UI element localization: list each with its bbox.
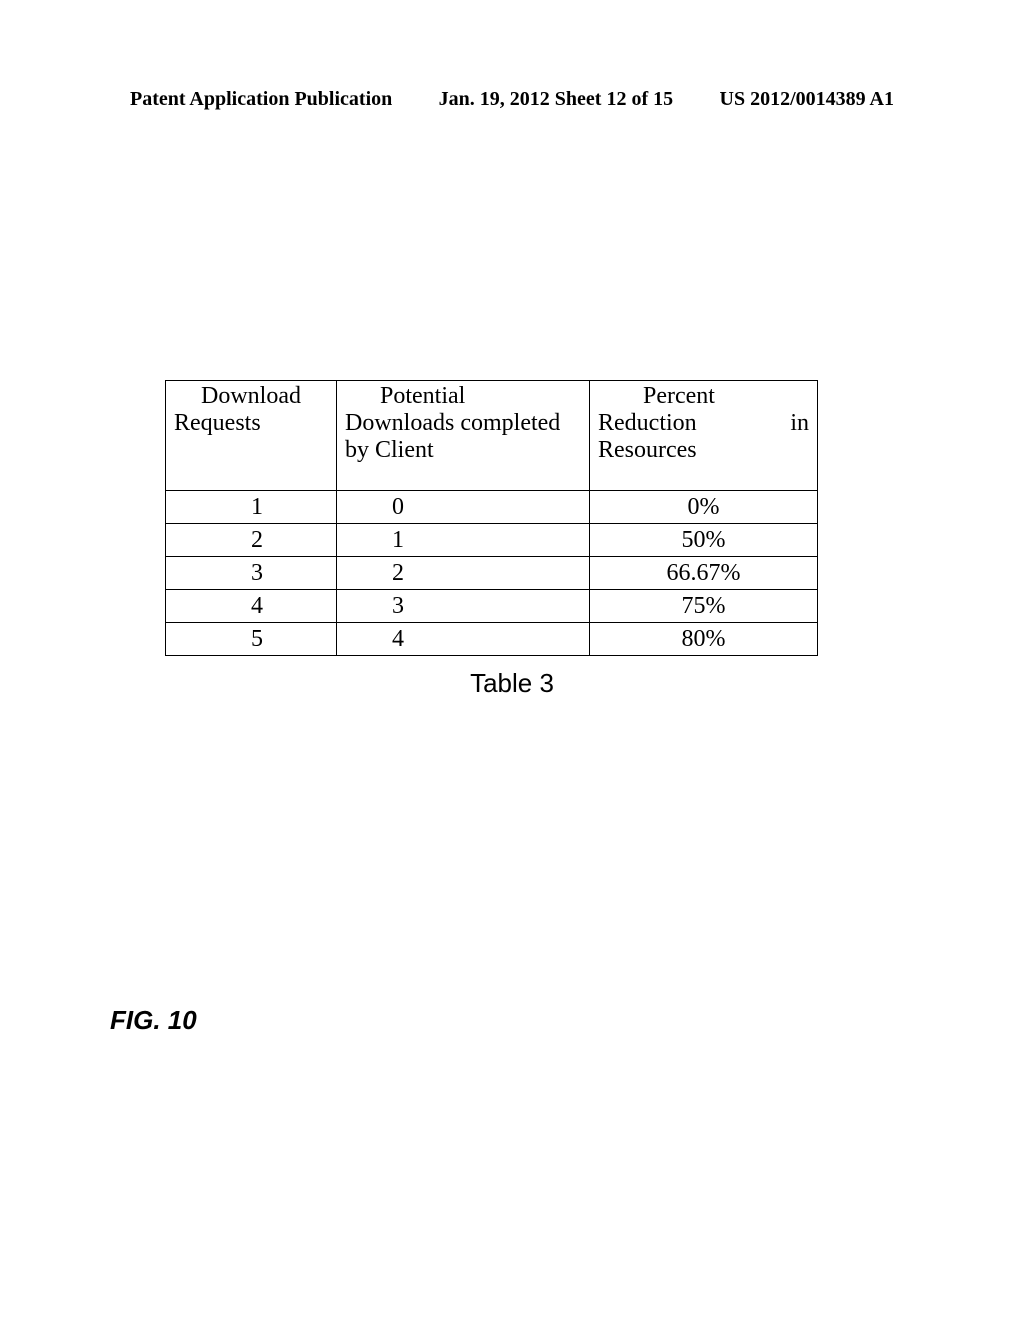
header-publication-number: US 2012/0014389 A1: [720, 88, 894, 111]
cell-requests: 2: [166, 524, 337, 557]
column-header-requests: Download Requests: [166, 381, 337, 491]
table-header-row: Download Requests Potential Downloads co…: [166, 381, 818, 491]
cell-reduction: 75%: [590, 590, 818, 623]
cell-requests: 1: [166, 491, 337, 524]
figure-label: FIG. 10: [110, 1005, 197, 1036]
reduction-table: Download Requests Potential Downloads co…: [165, 380, 818, 656]
cell-requests: 5: [166, 623, 337, 656]
cell-reduction: 50%: [590, 524, 818, 557]
cell-requests: 3: [166, 557, 337, 590]
column-header-reduction: Percent Reduction in Resources: [590, 381, 818, 491]
cell-reduction: 80%: [590, 623, 818, 656]
table-row: 5 4 80%: [166, 623, 818, 656]
cell-reduction: 0%: [590, 491, 818, 524]
cell-completed: 3: [337, 590, 590, 623]
table-row: 2 1 50%: [166, 524, 818, 557]
table-row: 1 0 0%: [166, 491, 818, 524]
table-row: 4 3 75%: [166, 590, 818, 623]
page-header: Patent Application Publication Jan. 19, …: [130, 88, 894, 111]
table-row: 3 2 66.67%: [166, 557, 818, 590]
table-caption: Table 3: [0, 668, 1024, 699]
cell-completed: 0: [337, 491, 590, 524]
column-header-completed: Potential Downloads completed by Client: [337, 381, 590, 491]
cell-requests: 4: [166, 590, 337, 623]
header-publication-type: Patent Application Publication: [130, 88, 392, 111]
cell-reduction: 66.67%: [590, 557, 818, 590]
header-date-sheet: Jan. 19, 2012 Sheet 12 of 15: [439, 88, 673, 111]
cell-completed: 4: [337, 623, 590, 656]
cell-completed: 2: [337, 557, 590, 590]
cell-completed: 1: [337, 524, 590, 557]
